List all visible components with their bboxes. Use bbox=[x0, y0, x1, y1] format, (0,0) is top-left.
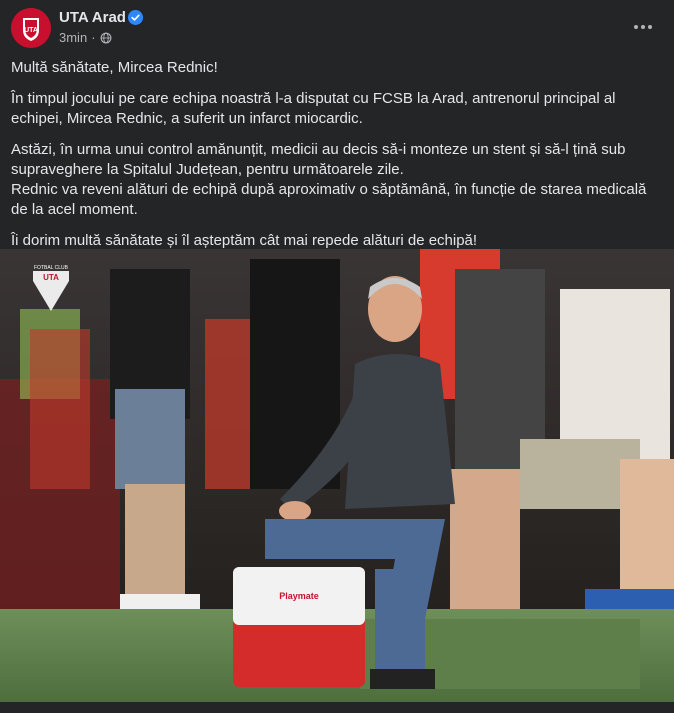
verified-badge-icon bbox=[128, 10, 143, 25]
more-options-icon bbox=[634, 25, 652, 29]
post-timestamp[interactable]: 3min bbox=[59, 30, 87, 45]
globe-icon[interactable] bbox=[100, 32, 112, 44]
avatar-logo-text: UTA bbox=[24, 27, 38, 34]
post-footer-gap bbox=[0, 702, 674, 713]
post-paragraph-greeting: Multă sănătate, Mircea Rednic! bbox=[11, 59, 218, 76]
watermark-text: UTA bbox=[43, 273, 59, 282]
post-paragraph-update: Astăzi, în urma unui control amănunțit, … bbox=[11, 140, 663, 220]
post-header: UTA UTA Arad 3min · bbox=[0, 0, 674, 52]
post-paragraph-wish: Îi dorim multă sănătate și îl așteptăm c… bbox=[11, 232, 478, 249]
cooler-brand-text: Playmate bbox=[279, 591, 319, 601]
page-avatar[interactable]: UTA bbox=[11, 8, 51, 48]
page-name[interactable]: UTA Arad bbox=[59, 9, 126, 26]
post-paragraph-event: În timpul jocului pe care echipa noastră… bbox=[11, 90, 616, 127]
post-meta: 3min · bbox=[59, 30, 112, 45]
post-photo[interactable]: Playmate FOTBAL CLUB UTA bbox=[0, 249, 674, 702]
meta-separator: · bbox=[91, 30, 96, 45]
more-options-button[interactable] bbox=[628, 12, 658, 42]
watermark-top-text: FOTBAL CLUB bbox=[34, 265, 69, 271]
post-paragraph-update-line1: Astăzi, în urma unui control amănunțit, … bbox=[11, 141, 626, 178]
post-paragraph-update-line2: Rednic va reveni alături de echipă după … bbox=[11, 181, 647, 218]
post-message: Multă sănătate, Mircea Rednic! În timpul… bbox=[11, 58, 663, 262]
